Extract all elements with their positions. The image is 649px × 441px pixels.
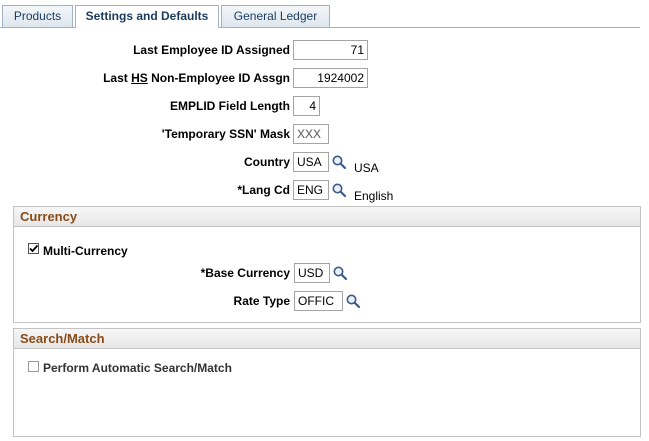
tab-settings-label: Settings and Defaults [85,9,209,23]
lang-cd-field[interactable]: ENG [293,180,329,200]
emplid-field-length-label: EMPLID Field Length [170,99,290,113]
currency-section-title: Currency [14,207,640,227]
tab-products[interactable]: Products [2,5,73,27]
label-part-underlined: HS [131,71,148,85]
perform-automatic-search-match-checkbox[interactable] [28,361,39,372]
last-employee-id-field[interactable]: 71 [293,40,368,60]
temporary-ssn-mask-label: 'Temporary SSN' Mask [161,127,290,141]
lang-cd-lookup-icon[interactable] [331,182,347,198]
temporary-ssn-mask-field[interactable]: XXX [293,124,329,144]
rate-type-label: Rate Type [233,294,290,308]
country-lookup-icon[interactable] [331,154,347,170]
search-match-section-title: Search/Match [14,329,640,349]
tab-general-ledger[interactable]: General Ledger [221,5,330,27]
emplid-field-length-field[interactable]: 4 [293,96,320,116]
lang-cd-label: *Lang Cd [237,183,290,197]
country-field[interactable]: USA [293,152,329,172]
tab-settings-and-defaults[interactable]: Settings and Defaults [75,5,219,28]
lang-cd-description: English [354,189,394,203]
last-employee-id-label: Last Employee ID Assigned [133,43,290,57]
last-hs-non-employee-id-field[interactable]: 1924002 [293,68,368,88]
label-part: Last [103,71,132,85]
multi-currency-label: Multi-Currency [43,244,128,258]
label-part: Non-Employee ID Assgn [147,71,290,85]
checkmark-icon [29,244,39,253]
base-currency-field[interactable]: USD [294,263,330,283]
multi-currency-checkbox[interactable] [28,243,39,254]
base-currency-label: *Base Currency [200,266,290,280]
last-hs-non-employee-id-label: Last HS Non-Employee ID Assgn [103,70,290,86]
tab-general-ledger-label: General Ledger [233,9,318,23]
rate-type-field[interactable]: OFFIC [294,291,343,311]
search-match-section: Search/Match [13,328,641,437]
country-label: Country [244,155,290,169]
rate-type-lookup-icon[interactable] [345,293,361,309]
tab-bar: Products Settings and Defaults General L… [0,0,649,28]
tab-products-label: Products [13,9,62,23]
base-currency-lookup-icon[interactable] [332,265,348,281]
perform-automatic-search-match-label: Perform Automatic Search/Match [43,361,232,375]
country-description: USA [354,161,379,175]
